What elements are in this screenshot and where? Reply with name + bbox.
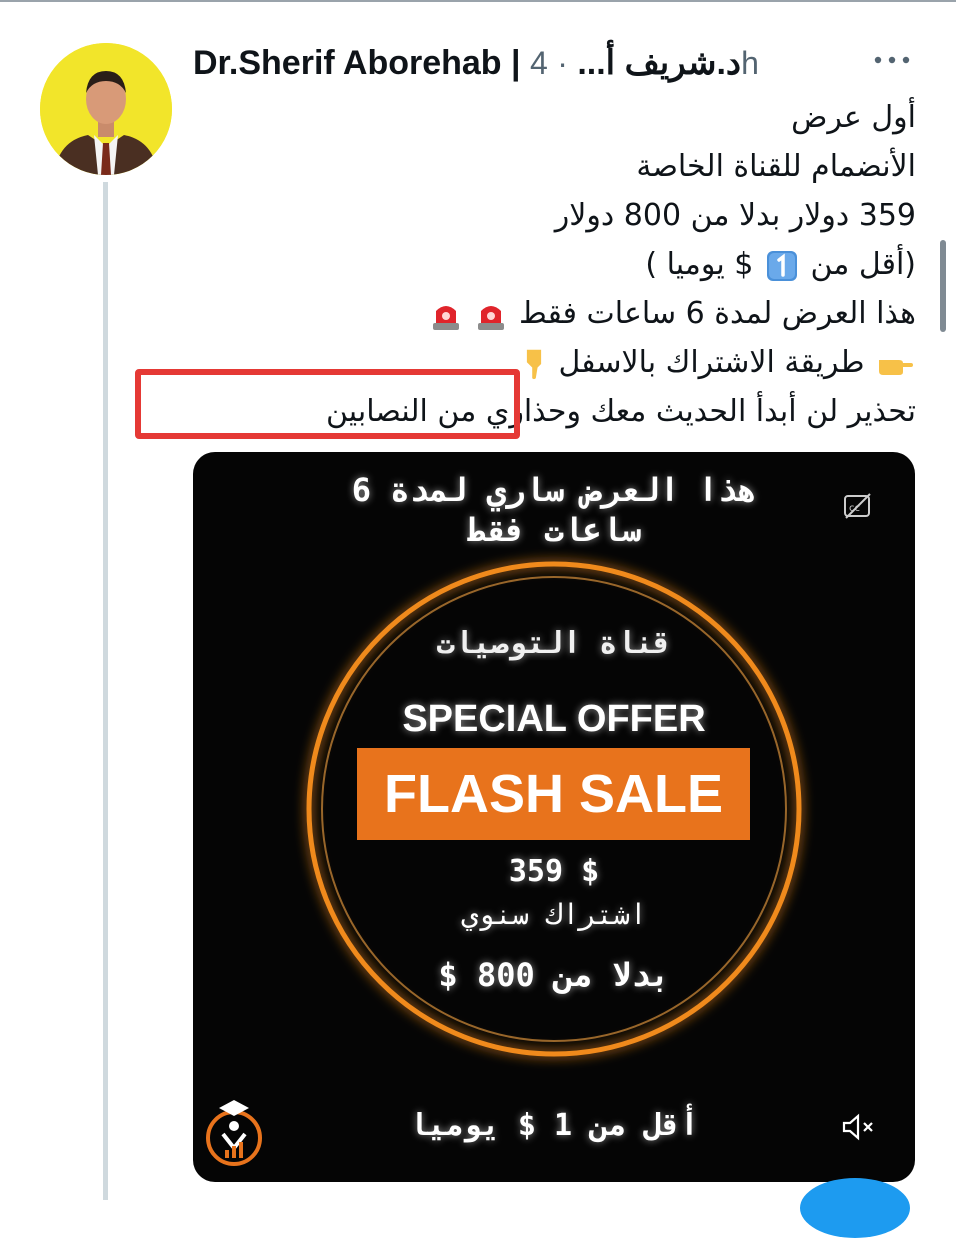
post-line: (أقل من $ يوميا ) <box>140 240 916 289</box>
siren-icon <box>432 305 459 330</box>
top-divider <box>0 0 956 2</box>
media-header-line: هذا العرض ساري لمدة 6 <box>351 471 757 509</box>
post-line-part: تحذير لن أبدأ الحديث معك <box>590 394 916 429</box>
thread-line <box>103 182 108 1200</box>
post-line-part: طريقة الاشتراك بالاسفل <box>558 345 865 380</box>
post-line-part: هذا العرض لمدة 6 ساعات فقط <box>519 296 916 331</box>
compose-button[interactable] <box>800 1178 910 1238</box>
video-media[interactable]: cc هذا العرض ساري لمدة 6 ساعات فقط قناة … <box>193 452 915 1182</box>
keycap-one-icon <box>766 250 797 281</box>
post-line-part: $ يوميا ) <box>645 247 754 282</box>
post-line: هذا العرض لمدة 6 ساعات فقط <box>140 289 916 338</box>
post-author-row[interactable]: Dr.Sherif Aborehab | د.شريف أ... · 4h <box>193 40 893 90</box>
media-header-line: ساعات فقط <box>467 511 641 549</box>
price-label: 359 $ <box>508 854 600 889</box>
channel-label: قناة التوصيات <box>436 626 672 661</box>
separator-dot: · <box>557 45 568 81</box>
post-line: 359 دولار بدلا من 800 دولار <box>554 198 916 233</box>
flash-sale-label: FLASH SALE <box>383 764 723 824</box>
original-price-label: بدلا من 800 $ <box>438 956 670 994</box>
media-header: هذا العرض ساري لمدة 6 ساعات فقط <box>193 470 915 550</box>
brand-logo-icon <box>206 1100 262 1166</box>
post-line-part: (أقل من <box>810 247 916 282</box>
post-line: أول عرض <box>791 100 916 135</box>
siren-icon <box>478 305 505 330</box>
scrollbar-thumb[interactable] <box>940 240 946 332</box>
author-name[interactable]: Dr.Sherif Aborehab | د.شريف أ... <box>193 44 741 82</box>
highlight-annotation <box>135 369 520 439</box>
daily-price-label: أقل من 1 $ يوميا <box>409 1108 699 1143</box>
pointing-down-icon <box>526 349 542 379</box>
more-options-icon[interactable] <box>872 50 912 70</box>
speaker-muted-icon[interactable] <box>841 1112 877 1142</box>
special-offer-label: SPECIAL OFFER <box>402 698 706 740</box>
post-line: الأنضمام للقناة الخاصة <box>636 149 916 184</box>
pointing-right-icon <box>879 359 913 375</box>
annual-subscription-label: اشتراك سنوي <box>461 898 647 931</box>
